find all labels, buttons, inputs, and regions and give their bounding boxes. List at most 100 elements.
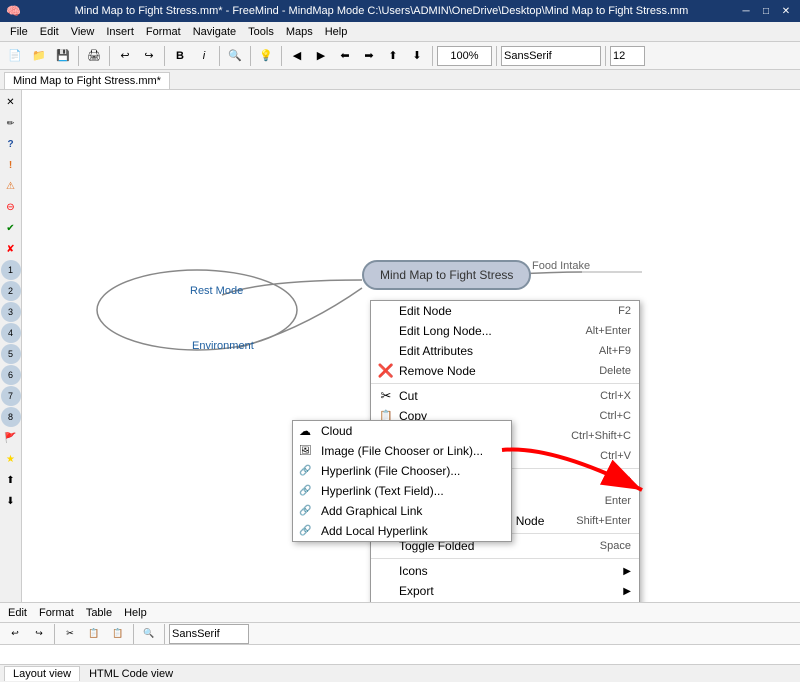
left-num2[interactable]: 2 bbox=[1, 281, 21, 301]
menu-file[interactable]: File bbox=[4, 24, 34, 40]
note-tab-layout[interactable]: Layout view bbox=[4, 666, 80, 681]
note-menu-edit[interactable]: Edit bbox=[4, 606, 31, 620]
submenu-add-graphical-link[interactable]: 🔗 Add Graphical Link bbox=[293, 501, 511, 521]
note-paste[interactable]: 📋 bbox=[107, 623, 129, 645]
left-check-cross[interactable]: ✘ bbox=[1, 239, 21, 259]
close-button[interactable]: ✕ bbox=[778, 3, 794, 19]
menu-tools[interactable]: Tools bbox=[242, 24, 280, 40]
left-num6[interactable]: 6 bbox=[1, 365, 21, 385]
back-button[interactable]: ◀ bbox=[286, 45, 308, 67]
left-edit[interactable]: ✏ bbox=[1, 113, 21, 133]
note-cut[interactable]: ✂ bbox=[59, 623, 81, 645]
print-button[interactable]: 🖨 bbox=[83, 45, 105, 67]
left-num7[interactable]: 7 bbox=[1, 386, 21, 406]
menu-view[interactable]: View bbox=[65, 24, 101, 40]
note-menu-help[interactable]: Help bbox=[120, 606, 151, 620]
nav-right[interactable]: ➡ bbox=[358, 45, 380, 67]
central-node[interactable]: Mind Map to Fight Stress bbox=[362, 260, 531, 290]
left-num3[interactable]: 3 bbox=[1, 302, 21, 322]
zoom-in-button[interactable]: 🔍 bbox=[224, 45, 246, 67]
minimize-button[interactable]: ─ bbox=[738, 3, 754, 19]
menu-maps[interactable]: Maps bbox=[280, 24, 319, 40]
save-button[interactable]: 💾 bbox=[52, 45, 74, 67]
left-exclaim[interactable]: ! bbox=[1, 155, 21, 175]
submenu-hyperlink-text[interactable]: 🔗 Hyperlink (Text Field)... bbox=[293, 481, 511, 501]
left-num4[interactable]: 4 bbox=[1, 323, 21, 343]
note-undo[interactable]: ↩ bbox=[4, 623, 26, 645]
canvas-area[interactable]: Mind Map to Fight Stress Rest Mode Envir… bbox=[22, 90, 800, 602]
edit-node-shortcut: F2 bbox=[598, 305, 631, 317]
menu-help[interactable]: Help bbox=[319, 24, 354, 40]
left-cursor[interactable]: ✕ bbox=[1, 92, 21, 112]
ctx-edit-attributes[interactable]: Edit Attributes Alt+F9 bbox=[371, 341, 639, 361]
note-copy[interactable]: 📋 bbox=[83, 623, 105, 645]
ctx-icons[interactable]: Icons ▶ bbox=[371, 561, 639, 581]
note-search[interactable]: 🔍 bbox=[138, 623, 160, 645]
node-color-button[interactable]: 💡 bbox=[255, 45, 277, 67]
note-redo[interactable]: ↪ bbox=[28, 623, 50, 645]
ctx-remove-node[interactable]: ❌ Remove Node Delete bbox=[371, 361, 639, 381]
ctx-export[interactable]: Export ▶ bbox=[371, 581, 639, 601]
forward-button[interactable]: ▶ bbox=[310, 45, 332, 67]
left-back2[interactable]: ⬇ bbox=[1, 491, 21, 511]
copy-shortcut: Ctrl+C bbox=[580, 410, 631, 422]
bold-button[interactable]: B bbox=[169, 45, 191, 67]
food-intake-node[interactable]: Food Intake bbox=[532, 260, 590, 272]
image-icon: 🖼 bbox=[299, 446, 312, 457]
zoom-input[interactable]: 100% bbox=[437, 46, 492, 66]
left-toolbar: ✕ ✏ ? ! ⚠ ⊖ ✔ ✘ 1 2 3 4 5 6 7 8 🚩 ★ ⬆ ⬇ bbox=[0, 90, 22, 602]
rest-mode-node[interactable]: Rest Mode bbox=[190, 285, 243, 297]
submenu-cloud[interactable]: ☁ Cloud bbox=[293, 421, 511, 441]
left-q[interactable]: ? bbox=[1, 134, 21, 154]
document-tab[interactable]: Mind Map to Fight Stress.mm* bbox=[4, 72, 170, 89]
main-toolbar: 📄 📁 💾 🖨 ↩ ↪ B i 🔍 💡 ◀ ▶ ⬅ ➡ ⬆ ⬇ 100% San… bbox=[0, 42, 800, 70]
left-check-green[interactable]: ✔ bbox=[1, 218, 21, 238]
note-content-area[interactable] bbox=[0, 645, 800, 664]
note-font-input[interactable] bbox=[169, 624, 249, 644]
nav-left[interactable]: ⬅ bbox=[334, 45, 356, 67]
ctx-edit-node[interactable]: Edit Node F2 bbox=[371, 301, 639, 321]
nav-down[interactable]: ⬇ bbox=[406, 45, 428, 67]
ctx-edit-long-node[interactable]: Edit Long Node... Alt+Enter bbox=[371, 321, 639, 341]
undo-button[interactable]: ↩ bbox=[114, 45, 136, 67]
hyperlink-text-icon: 🔗 bbox=[299, 486, 311, 497]
left-num1[interactable]: 1 bbox=[1, 260, 21, 280]
submenu-image[interactable]: 🖼 Image (File Chooser or Link)... bbox=[293, 441, 511, 461]
note-sep-2 bbox=[133, 624, 134, 644]
ctx-format[interactable]: Format ▶ bbox=[371, 601, 639, 602]
left-star[interactable]: ★ bbox=[1, 449, 21, 469]
note-menu-bar: Edit Format Table Help bbox=[0, 603, 800, 623]
note-menu-table[interactable]: Table bbox=[82, 606, 116, 620]
note-tab-html[interactable]: HTML Code view bbox=[80, 666, 182, 682]
left-num5[interactable]: 5 bbox=[1, 344, 21, 364]
font-size-input[interactable]: 12 bbox=[610, 46, 645, 66]
menu-navigate[interactable]: Navigate bbox=[187, 24, 242, 40]
submenu-add-local-hyperlink[interactable]: 🔗 Add Local Hyperlink bbox=[293, 521, 511, 541]
note-menu-format[interactable]: Format bbox=[35, 606, 78, 620]
maximize-button[interactable]: □ bbox=[758, 3, 774, 19]
add-graphical-link-label: Add Graphical Link bbox=[321, 504, 422, 518]
redo-button[interactable]: ↪ bbox=[138, 45, 160, 67]
left-circle-red[interactable]: ⊖ bbox=[1, 197, 21, 217]
toolbar-sep-1 bbox=[78, 46, 79, 66]
icons-arrow-icon: ▶ bbox=[623, 566, 631, 577]
ctx-cut[interactable]: ✂ Cut Ctrl+X bbox=[371, 386, 639, 406]
submenu-hyperlink-file[interactable]: 🔗 Hyperlink (File Chooser)... bbox=[293, 461, 511, 481]
nav-up[interactable]: ⬆ bbox=[382, 45, 404, 67]
left-num8[interactable]: 8 bbox=[1, 407, 21, 427]
note-view-tabs: Layout view HTML Code view bbox=[0, 664, 800, 682]
new-prev-sibling-shortcut: Shift+Enter bbox=[556, 515, 631, 527]
menu-edit[interactable]: Edit bbox=[34, 24, 65, 40]
left-warn[interactable]: ⚠ bbox=[1, 176, 21, 196]
new-button[interactable]: 📄 bbox=[4, 45, 26, 67]
italic-button[interactable]: i bbox=[193, 45, 215, 67]
left-forward[interactable]: ⬆ bbox=[1, 470, 21, 490]
environment-node[interactable]: Environment bbox=[192, 340, 254, 352]
toolbar-sep-5 bbox=[250, 46, 251, 66]
main-area: ✕ ✏ ? ! ⚠ ⊖ ✔ ✘ 1 2 3 4 5 6 7 8 🚩 ★ ⬆ ⬇ bbox=[0, 90, 800, 602]
left-flag[interactable]: 🚩 bbox=[1, 428, 21, 448]
menu-format[interactable]: Format bbox=[140, 24, 187, 40]
font-input[interactable]: SansSerif bbox=[501, 46, 601, 66]
open-button[interactable]: 📁 bbox=[28, 45, 50, 67]
menu-insert[interactable]: Insert bbox=[100, 24, 140, 40]
